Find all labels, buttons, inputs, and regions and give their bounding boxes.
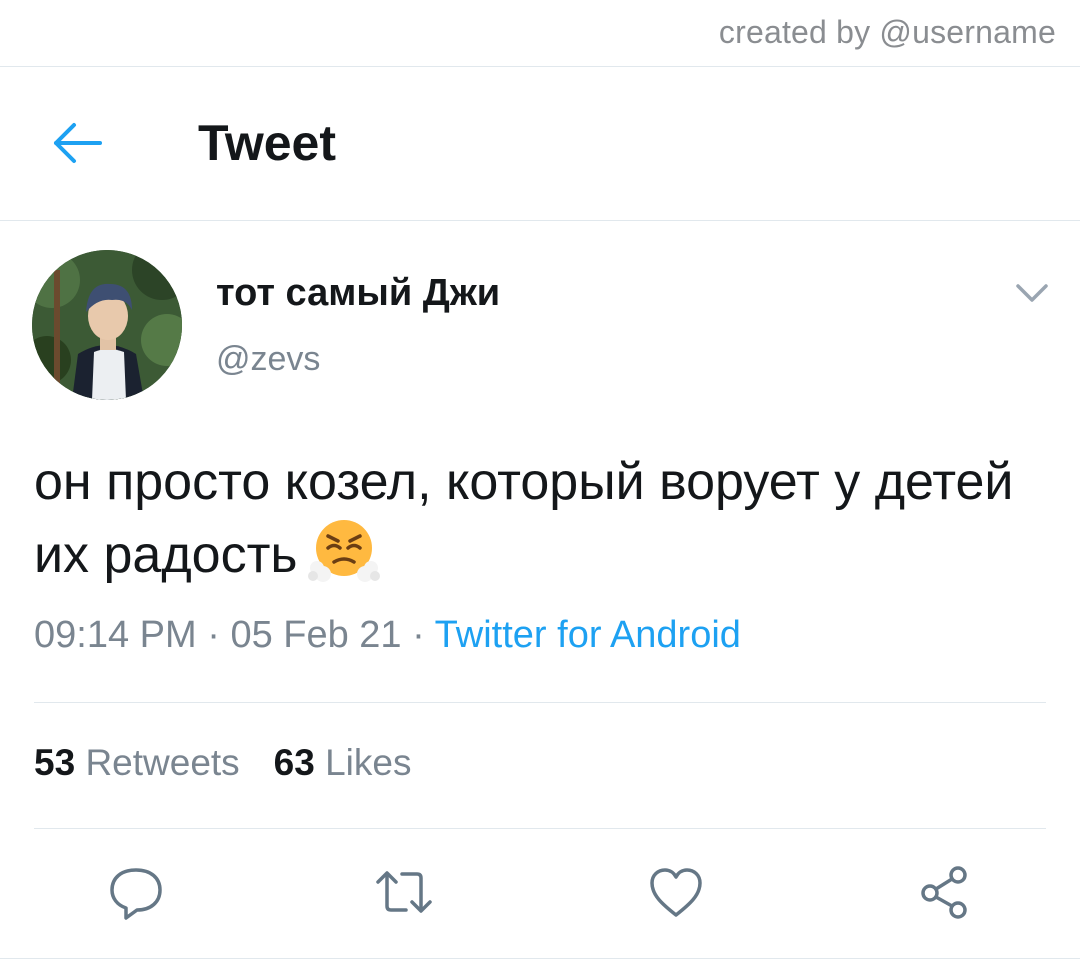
created-by-credit: created by @username	[718, 14, 1056, 50]
tweet-text-content: он просто козел, который ворует у детей …	[34, 453, 1014, 584]
meta-divider	[34, 702, 1046, 703]
page-title: Tweet	[198, 115, 336, 171]
tweet-meta: 09:14 PM · 05 Feb 21 · Twitter for Andro…	[34, 614, 741, 657]
retweets-count: 53	[34, 742, 76, 783]
header-divider	[0, 220, 1080, 221]
retweets-stat[interactable]: 53 Retweets	[34, 742, 240, 783]
reply-icon[interactable]	[106, 862, 166, 922]
bottom-divider	[0, 958, 1080, 959]
user-handle[interactable]: @zevs	[216, 340, 320, 379]
stats-divider	[34, 828, 1046, 829]
tweet-stats: 53 Retweets 63 Likes	[34, 742, 412, 784]
likes-stat[interactable]: 63 Likes	[274, 742, 412, 783]
tweet-time: 09:14 PM	[34, 614, 197, 656]
tweet-text: он просто козел, который ворует у детей …	[34, 446, 1044, 591]
arrow-left-icon[interactable]	[50, 118, 106, 168]
display-name[interactable]: тот самый Джи	[216, 272, 500, 315]
share-icon[interactable]	[914, 862, 974, 922]
credit-divider	[0, 66, 1080, 67]
likes-count: 63	[273, 742, 315, 783]
like-icon[interactable]	[646, 862, 706, 922]
tweet-date: 05 Feb 21	[230, 614, 402, 656]
chevron-down-icon[interactable]	[1014, 278, 1050, 308]
likes-label: Likes	[325, 742, 412, 783]
steam-face-emoji-icon	[307, 518, 380, 584]
top-bar: Tweet	[0, 68, 1080, 220]
retweet-icon[interactable]	[374, 862, 434, 922]
tweet-source-link[interactable]: Twitter for Android	[435, 614, 741, 656]
avatar[interactable]	[32, 250, 182, 400]
retweets-label: Retweets	[85, 742, 240, 783]
meta-separator: ·	[412, 614, 425, 656]
meta-separator: ·	[207, 614, 220, 656]
